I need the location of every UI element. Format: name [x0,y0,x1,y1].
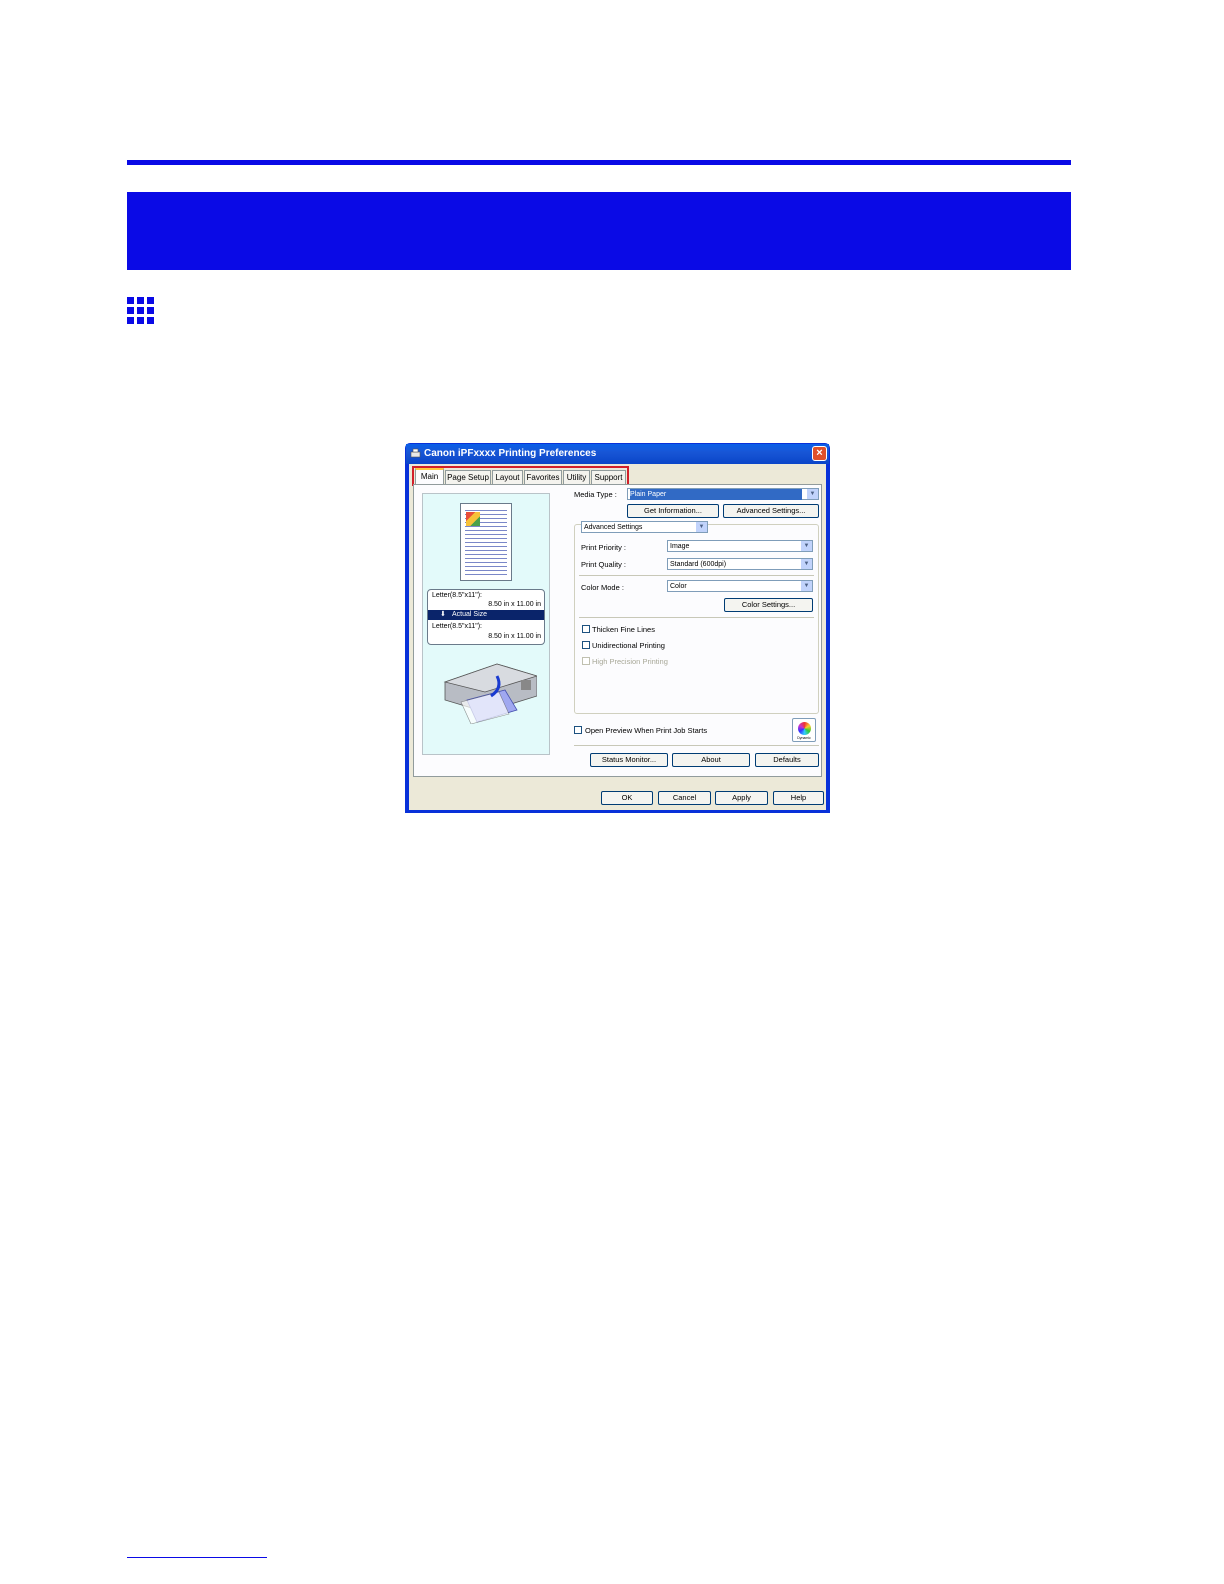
media-type-label: Media Type : [574,490,617,499]
paper-size-info: Letter(8.5"x11"): 8.50 in x 11.00 in ⬇ A… [427,589,545,645]
print-priority-dropdown[interactable]: Image ▼ [667,540,813,552]
main-tab-panel: Letter(8.5"x11"): 8.50 in x 11.00 in ⬇ A… [413,484,822,777]
help-button[interactable]: Help [773,791,824,805]
divider [574,745,819,746]
chevron-down-icon: ▼ [800,559,812,569]
original-size-label: Letter(8.5"x11"): [432,592,482,599]
print-quality-dropdown[interactable]: Standard (600dpi) ▼ [667,558,813,570]
advanced-settings-button[interactable]: Advanced Settings... [723,504,819,518]
get-information-button[interactable]: Get Information... [627,504,719,518]
close-button[interactable]: × [812,446,827,461]
defaults-button[interactable]: Defaults [755,753,819,767]
page-thumbnail [460,503,512,581]
color-dynamic-icon[interactable]: Dynamic [792,718,816,742]
chevron-down-icon: ▼ [695,522,707,532]
scaling-bar: ⬇ Actual Size [428,610,544,620]
unidirectional-printing-label: Unidirectional Printing [592,641,665,650]
chevron-down-icon: ▼ [800,581,812,591]
print-quality-label: Print Quality : [581,560,627,569]
high-precision-printing-checkbox [582,657,590,665]
dialog-title: Canon iPFxxxx Printing Preferences [424,448,597,459]
print-preview-area: Letter(8.5"x11"): 8.50 in x 11.00 in ⬇ A… [422,493,550,755]
ok-button[interactable]: OK [601,791,653,805]
divider [579,617,814,618]
original-size-dims: 8.50 in x 11.00 in [488,601,541,608]
advanced-settings-group [574,524,819,714]
high-precision-printing-label: High Precision Printing [592,657,668,666]
status-monitor-button[interactable]: Status Monitor... [590,753,668,767]
chevron-down-icon: ▼ [806,489,818,499]
printer-app-icon [410,448,421,458]
open-preview-label: Open Preview When Print Job Starts [585,726,708,735]
chevron-down-icon: ▼ [800,541,812,551]
unidirectional-printing-checkbox[interactable] [582,641,590,649]
tabs-highlight-frame [412,466,629,486]
color-settings-button[interactable]: Color Settings... [724,598,813,612]
media-type-dropdown[interactable]: Plain Paper ▼ [627,488,819,500]
dialog-titlebar: Canon iPFxxxx Printing Preferences × [406,444,829,464]
about-button[interactable]: About [672,753,750,767]
output-size-label: Letter(8.5"x11"): [432,623,482,630]
scaling-label: Actual Size [452,611,488,618]
image-thumbnail-icon [466,512,480,526]
color-mode-dropdown[interactable]: Color ▼ [667,580,813,592]
print-priority-label: Print Priority : [581,543,627,552]
settings-mode-dropdown[interactable]: Advanced Settings ▼ [581,521,708,533]
apply-button[interactable]: Apply [715,791,768,805]
printer-illustration-icon [443,663,537,724]
arrow-down-icon: ⬇ [440,611,446,618]
dialog-client-area: Main Page Setup Layout Favorites Utility… [409,464,826,810]
cancel-button[interactable]: Cancel [658,791,711,805]
footer-link-underline[interactable] [127,1557,267,1558]
section-grid-icon [127,297,154,324]
header-rule [127,160,1071,165]
output-size-dims: 8.50 in x 11.00 in [488,633,541,640]
thicken-fine-lines-label: Thicken Fine Lines [592,625,655,634]
divider [579,575,814,576]
thicken-fine-lines-checkbox[interactable] [582,625,590,633]
open-preview-checkbox[interactable] [574,726,582,734]
section-title-band [127,192,1071,270]
color-mode-label: Color Mode : [581,583,624,592]
printing-preferences-dialog: Canon iPFxxxx Printing Preferences × Mai… [405,443,830,813]
